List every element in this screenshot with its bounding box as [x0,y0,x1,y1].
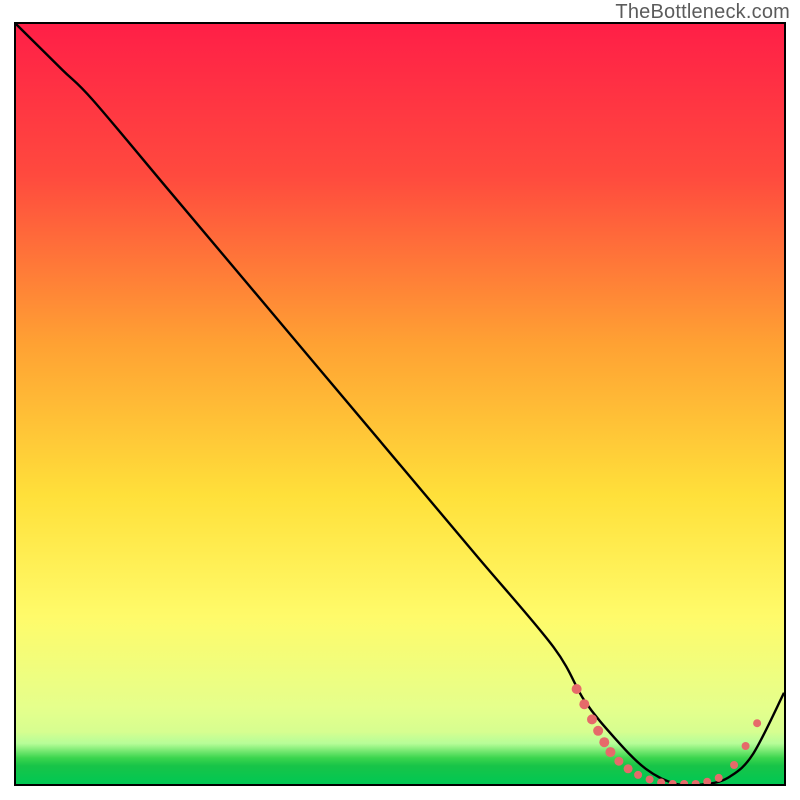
curve-marker [692,780,700,784]
curve-marker [593,726,603,736]
curve-marker [742,742,750,750]
bottleneck-curve [16,24,784,784]
plot-area [14,22,786,786]
curve-marker [587,714,597,724]
curve-marker [624,764,633,773]
curve-marker [614,757,623,766]
curve-marker [753,719,761,727]
curve-marker [669,780,677,784]
curve-marker [605,747,615,757]
curve-marker [579,699,589,709]
chart-container: TheBottleneck.com [0,0,800,800]
curve-marker [599,737,609,747]
curve-marker [703,778,711,784]
curve-marker [680,780,688,784]
attribution-text: TheBottleneck.com [615,1,790,24]
curve-marker [634,771,642,779]
bottleneck-curve-svg [16,24,784,784]
curve-marker [715,774,723,782]
curve-marker [730,761,738,769]
curve-marker [646,775,654,783]
curve-marker [572,684,582,694]
